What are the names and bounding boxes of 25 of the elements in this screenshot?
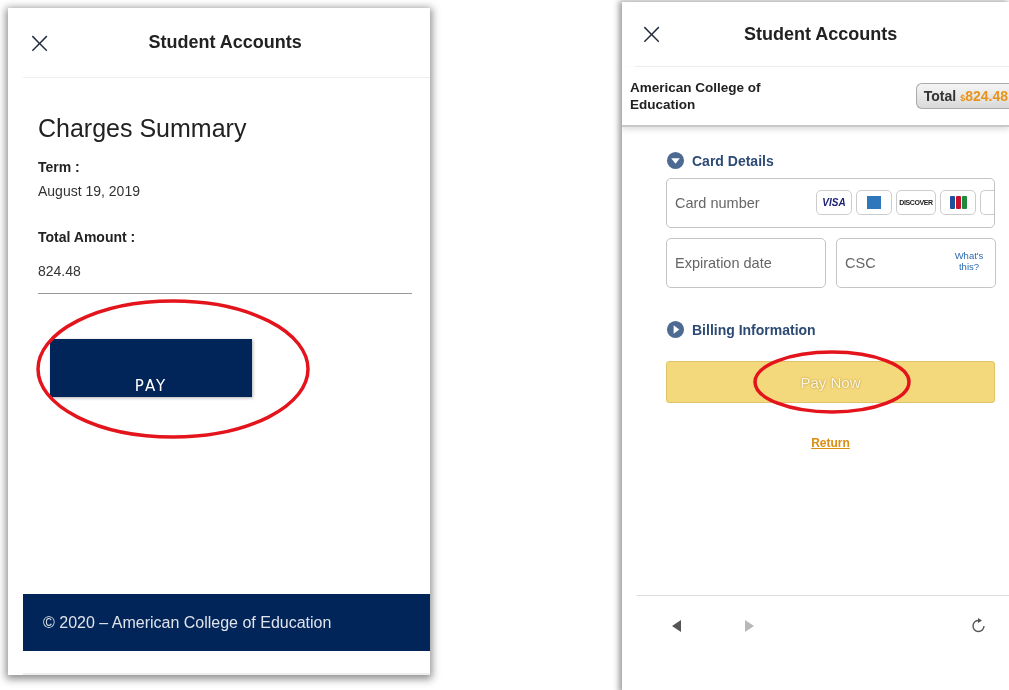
screen-title: Student Accounts bbox=[147, 32, 303, 53]
section-toggle[interactable]: Card Details bbox=[666, 151, 774, 170]
pay-button[interactable]: PAY bbox=[50, 339, 252, 397]
help-link[interactable]: What's this? bbox=[948, 250, 990, 272]
close-button[interactable]: × bbox=[635, 20, 669, 48]
chevron-down-icon bbox=[666, 151, 685, 170]
total-amount: 824.48 bbox=[965, 88, 1008, 104]
close-button[interactable]: × bbox=[23, 28, 57, 57]
currency-symbol: $ bbox=[960, 93, 966, 103]
page-heading: Charges Summary bbox=[38, 114, 248, 143]
card-logo: VISA bbox=[816, 190, 852, 215]
copyright-text: © 2020 – American College of Education bbox=[43, 613, 332, 632]
play-icon bbox=[666, 320, 685, 339]
card-logo-icon bbox=[980, 190, 994, 215]
screen-title: Student Accounts bbox=[742, 23, 899, 45]
field-value: August 19, 2019 bbox=[38, 183, 141, 199]
field-value: 824.48 bbox=[38, 263, 82, 279]
card-logo-icon bbox=[940, 190, 976, 215]
field-label: Total Amount : bbox=[38, 229, 137, 245]
section-toggle[interactable]: Billing Information bbox=[666, 320, 816, 339]
merchant-name: American College of Education bbox=[630, 79, 762, 113]
expiration-field[interactable]: Expiration date bbox=[666, 238, 826, 288]
field-label: Term : bbox=[38, 159, 81, 175]
card-logo-icon bbox=[856, 190, 892, 215]
total-label: Total bbox=[923, 88, 957, 104]
